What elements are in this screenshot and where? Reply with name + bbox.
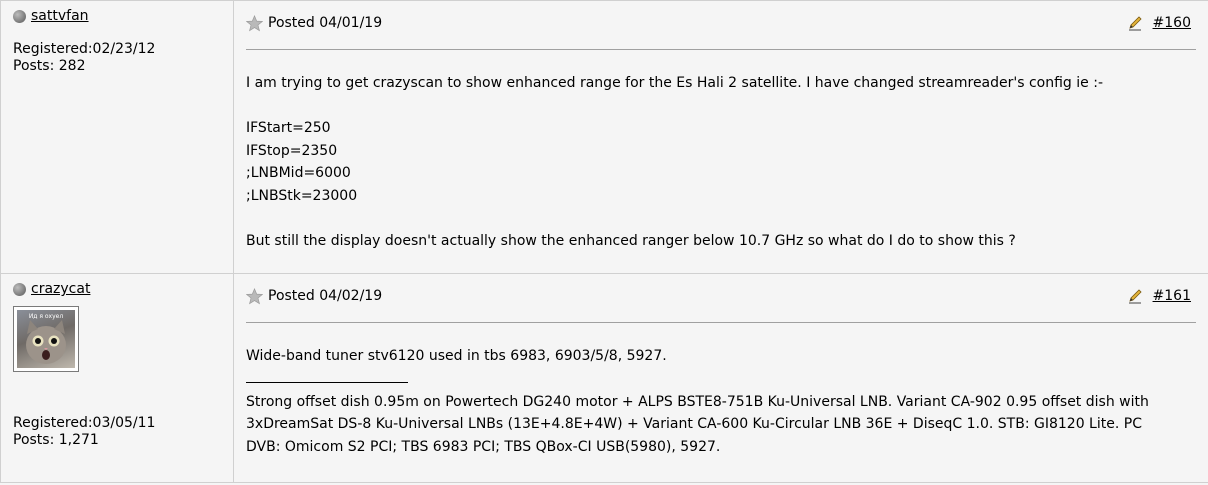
registered-date: Registered:03/05/11 (13, 415, 156, 431)
post-number-link[interactable]: #161 (1153, 288, 1191, 304)
divider (246, 49, 1196, 50)
star-icon (246, 14, 263, 31)
body-line: Wide-band tuner stv6120 used in tbs 6983… (246, 348, 667, 364)
post-count: Posts: 282 (13, 58, 86, 74)
post-body: I am trying to get crazyscan to show enh… (246, 72, 1196, 252)
pencil-icon[interactable] (1127, 15, 1143, 31)
post: crazycat Ид я охуел Registered:03/05/11 … (0, 274, 1208, 483)
signature-line: DVB: Omicom S2 PCI; TBS 6983 PCI; TBS QB… (246, 438, 721, 455)
user-info: crazycat Ид я охуел Registered:03/05/11 … (0, 274, 234, 482)
signature-line: 3xDreamSat DS-8 Ku-Universal LNBs (13E+4… (246, 416, 1142, 432)
cat-avatar-image: Ид я охуел (26, 313, 66, 364)
post-body: Wide-band tuner stv6120 used in tbs 6983… (246, 345, 1196, 458)
status-dot-icon (13, 282, 26, 296)
posted-date: Posted 04/01/19 (268, 15, 383, 31)
username-link[interactable]: crazycat (31, 281, 90, 297)
forum-thread: sattvfan Registered:02/23/12 Posts: 282 … (0, 0, 1208, 483)
username-link[interactable]: sattvfan (31, 8, 89, 24)
post: sattvfan Registered:02/23/12 Posts: 282 … (0, 1, 1208, 274)
signature-line: Strong offset dish 0.95m on Powertech DG… (246, 393, 1149, 410)
signature: Strong offset dish 0.95m on Powertech DG… (246, 391, 1196, 459)
posted-date: Posted 04/02/19 (268, 288, 383, 304)
star-icon (246, 287, 263, 304)
post-content: Posted 04/01/19 #160 I am trying to get … (234, 1, 1208, 273)
status-dot-icon (13, 9, 26, 23)
post-content: Posted 04/02/19 #161 Wide-band tuner stv… (234, 274, 1208, 482)
pencil-icon[interactable] (1127, 288, 1143, 304)
registered-date: Registered:02/23/12 (13, 41, 156, 57)
user-info: sattvfan Registered:02/23/12 Posts: 282 (0, 1, 234, 273)
body-line: IFStart=250 (246, 120, 331, 136)
signature-divider (246, 381, 408, 383)
post-count: Posts: 1,271 (13, 432, 99, 448)
body-line: IFStop=2350 (246, 142, 338, 159)
avatar-caption: Ид я охуел (29, 313, 64, 320)
divider (246, 322, 1196, 323)
body-line: ;LNBStk=23000 (246, 187, 358, 204)
body-line: ;LNBMid=6000 (246, 165, 351, 181)
avatar[interactable]: Ид я охуел (13, 306, 79, 372)
post-number-link[interactable]: #160 (1153, 15, 1191, 31)
body-line: I am trying to get crazyscan to show enh… (246, 75, 1103, 91)
body-line: But still the display doesn't actually s… (246, 232, 1016, 249)
